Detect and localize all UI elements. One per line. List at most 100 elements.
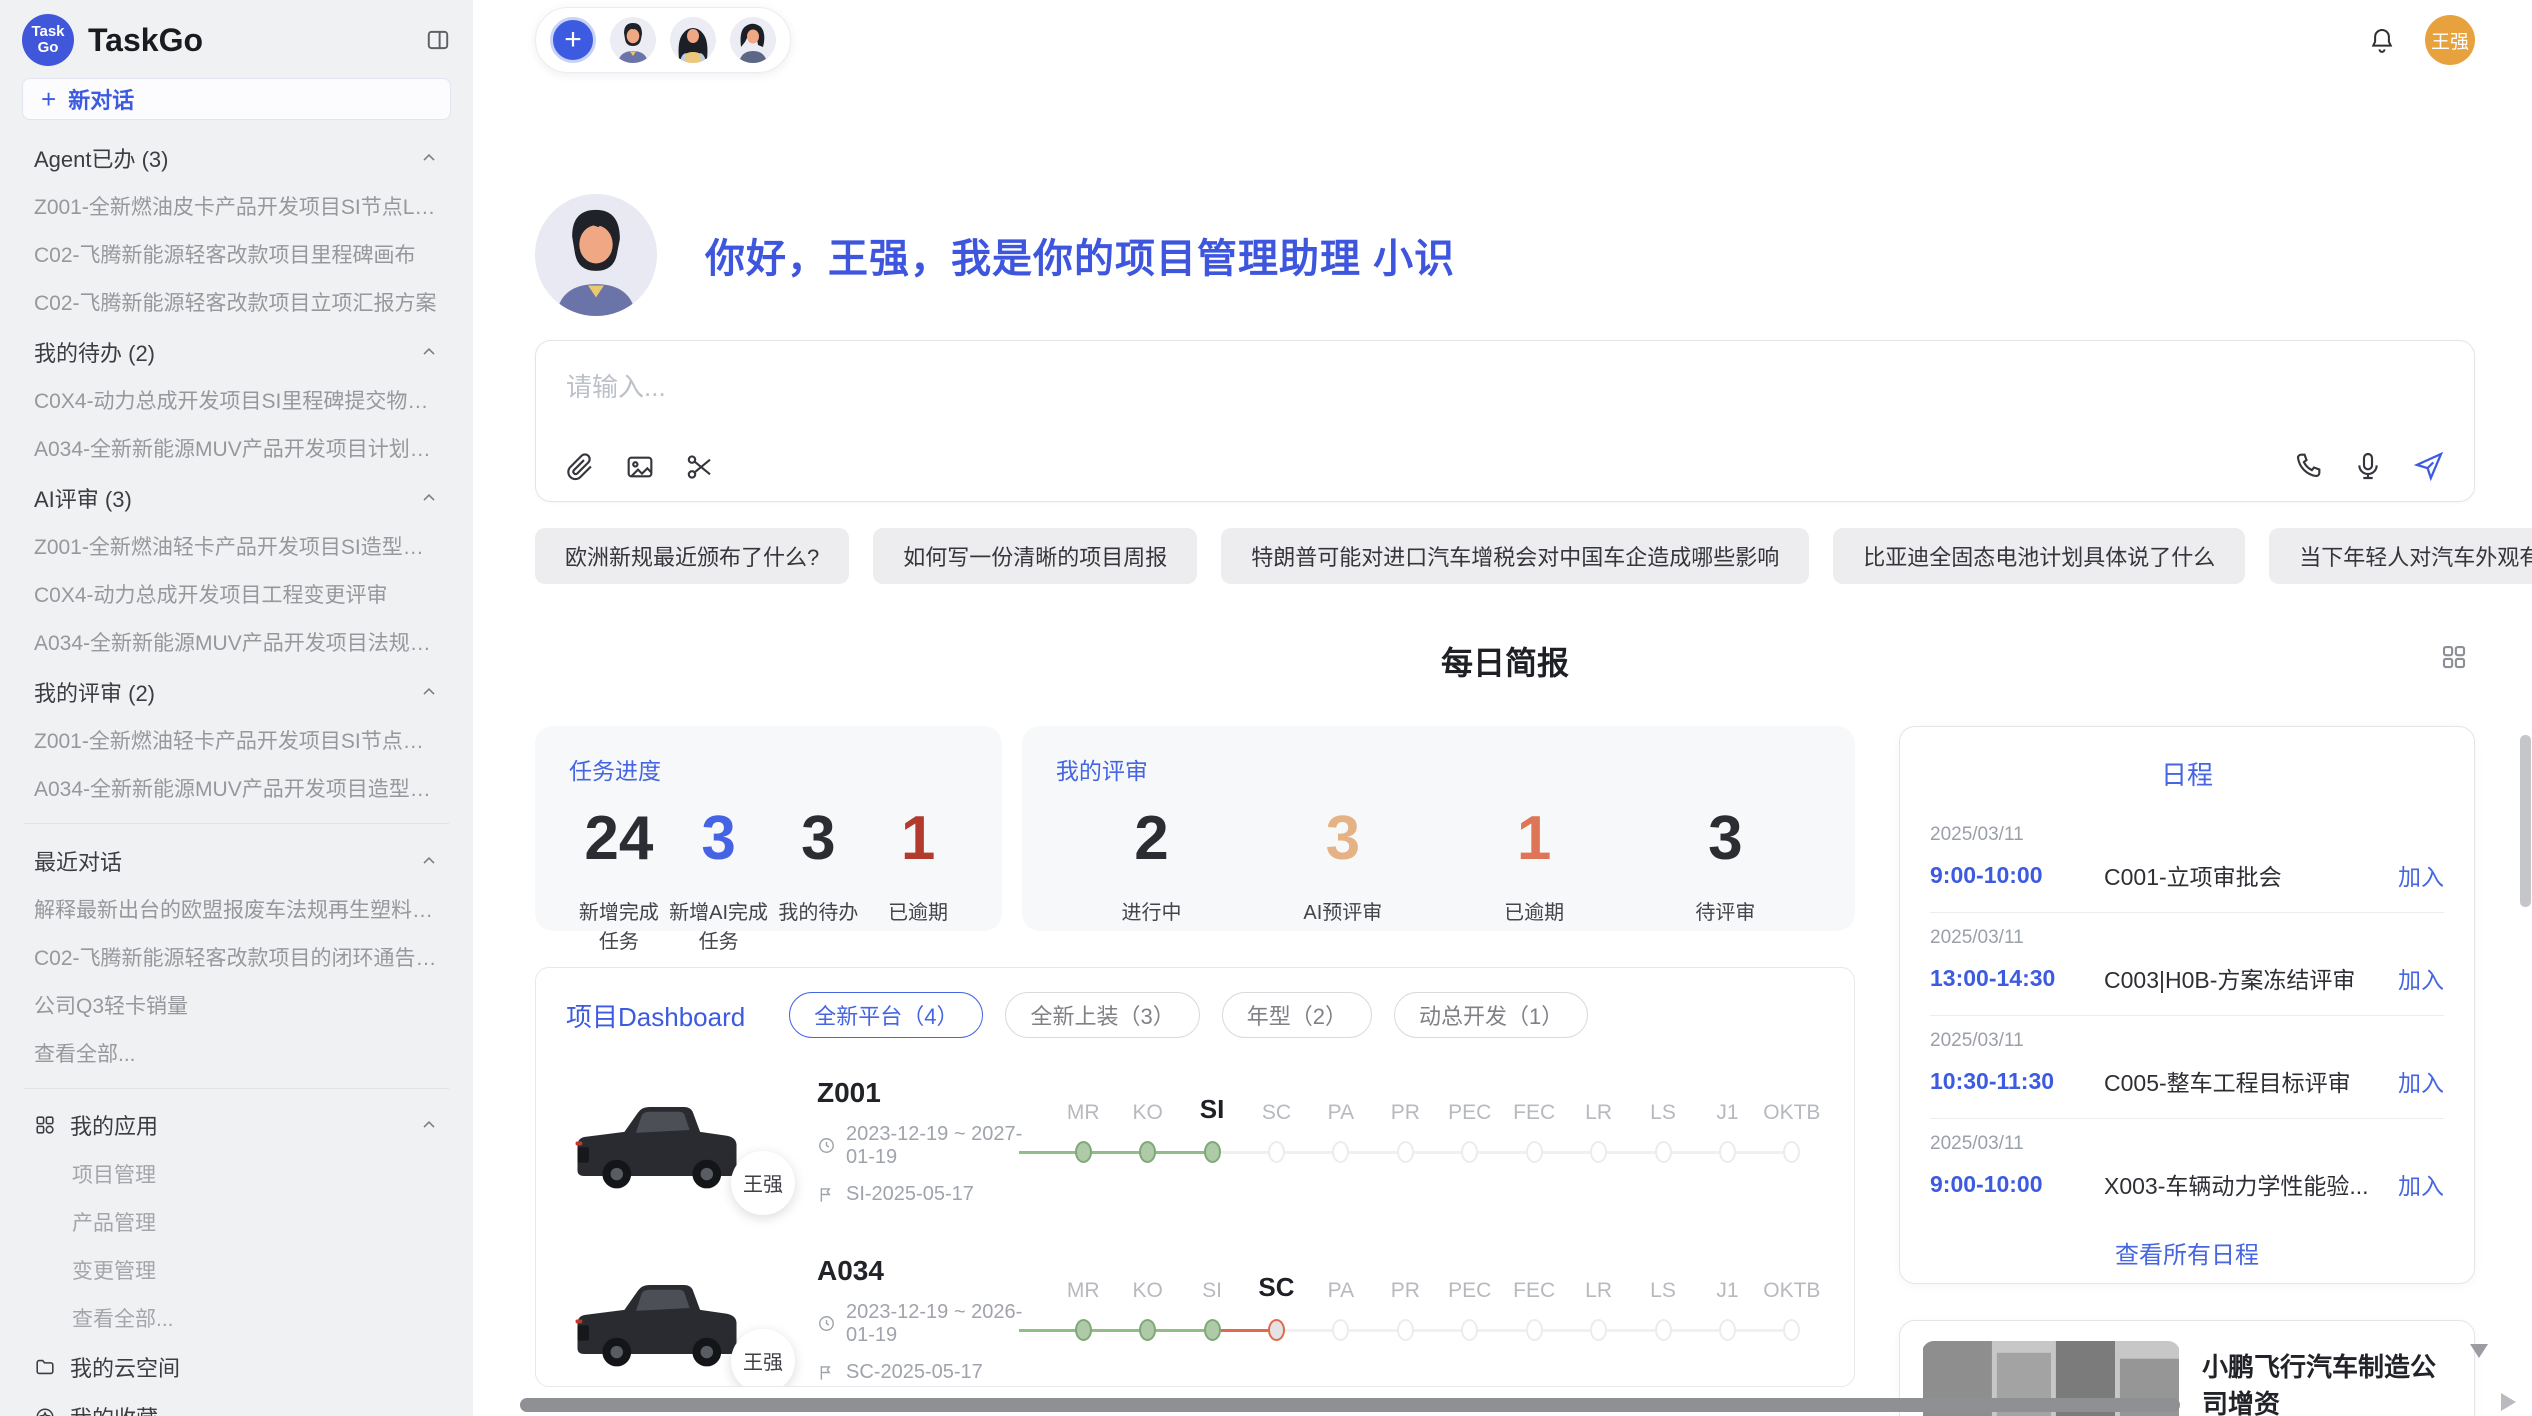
app-sub-item[interactable]: 产品管理 bbox=[0, 1198, 473, 1246]
voice-call-button[interactable] bbox=[2292, 450, 2324, 482]
scroll-down-arrow[interactable] bbox=[2470, 1344, 2488, 1358]
recent-conversation-item[interactable]: C02-飞腾新能源轻客改款项目的闭环通告反馈情况 bbox=[0, 933, 473, 981]
dashboard-tab[interactable]: 全新上装（3） bbox=[1005, 992, 1199, 1038]
sidebar-section-items: Z001-全新燃油皮卡产品开发项目SI节点Lesson Learn报告C02-飞… bbox=[0, 182, 473, 326]
milestone: SC bbox=[1244, 1089, 1308, 1199]
milestone-label: MR bbox=[1051, 1267, 1115, 1303]
project-date-range: 2023-12-19 ~ 2026-01-19 bbox=[846, 1301, 1051, 1347]
sidebar-section-header[interactable]: 我的待办 (2) bbox=[0, 326, 473, 376]
chat-input[interactable] bbox=[536, 341, 2474, 411]
recent-section-header[interactable]: 最近对话 bbox=[0, 835, 473, 885]
milestone-connector bbox=[1534, 1329, 1598, 1332]
suggestion-chip[interactable]: 欧洲新规最近颁布了什么? bbox=[535, 528, 849, 584]
microphone-button[interactable] bbox=[2352, 450, 2384, 482]
paperclip-icon bbox=[564, 451, 596, 483]
insert-image-button[interactable] bbox=[624, 451, 656, 483]
recent-conversation-item[interactable]: 公司Q3轻卡销量 bbox=[0, 981, 473, 1029]
sidebar-task-item[interactable]: A034-全新新能源MUV产品开发项目计划变更表编写 bbox=[0, 424, 473, 472]
sidebar-task-item[interactable]: C02-飞腾新能源轻客改款项目立项汇报方案 bbox=[0, 278, 473, 326]
schedule-event-title: C003|H0B-方案冻结评审 bbox=[2090, 961, 2382, 995]
app-title: TaskGo bbox=[88, 22, 425, 59]
app-sub-item[interactable]: 变更管理 bbox=[0, 1246, 473, 1294]
flag-icon bbox=[817, 1185, 836, 1204]
app-sub-item[interactable]: 项目管理 bbox=[0, 1150, 473, 1198]
suggestion-chip[interactable]: 特朗普可能对进口汽车增税会对中国车企造成哪些影响 bbox=[1221, 528, 1809, 584]
my-apps-header[interactable]: 我的应用 bbox=[0, 1100, 473, 1150]
schedule-time: 9:00-10:00 bbox=[1930, 1171, 2090, 1198]
schedule-event-title: C005-整车工程目标评审 bbox=[2090, 1064, 2382, 1098]
dashboard-tab[interactable]: 动总开发（1） bbox=[1394, 992, 1588, 1038]
user-avatar[interactable]: 王强 bbox=[2425, 15, 2475, 65]
attach-file-button[interactable] bbox=[564, 451, 596, 483]
notifications-button[interactable] bbox=[2367, 25, 2397, 55]
project-row[interactable]: 王强 A034 2023-12-19 ~ 2026-01-19 bbox=[566, 1244, 1824, 1387]
dashboard-tab[interactable]: 全新平台（4） bbox=[789, 992, 983, 1038]
new-chat-button[interactable]: + 新对话 bbox=[22, 78, 451, 120]
project-owner-badge: 王强 bbox=[731, 1151, 795, 1215]
recent-view-all-link[interactable]: 查看全部... bbox=[0, 1029, 473, 1077]
project-row[interactable]: 王强 Z001 2023-12-19 ~ 2027-01-19 bbox=[566, 1066, 1824, 1216]
sidebar-task-item[interactable]: C02-飞腾新能源轻客改款项目里程碑画布 bbox=[0, 230, 473, 278]
horizontal-scrollbar-thumb[interactable] bbox=[520, 1398, 2180, 1412]
milestone: MR bbox=[1051, 1267, 1115, 1377]
member-avatar[interactable] bbox=[730, 17, 776, 63]
composer-left-tools bbox=[564, 451, 716, 483]
metric-value: 3 bbox=[669, 808, 769, 870]
schedule-item: 2025/03/11 10:30-11:30 C005-整车工程目标评审 加入 bbox=[1930, 1016, 2444, 1119]
view-all-schedule-link[interactable]: 查看所有日程 bbox=[1930, 1235, 2444, 1270]
sidebar-section-header[interactable]: AI评审 (3) bbox=[0, 472, 473, 522]
join-meeting-link[interactable]: 加入 bbox=[2382, 1167, 2444, 1201]
scroll-right-arrow[interactable] bbox=[2501, 1393, 2516, 1411]
sidebar-scroll-area: Agent已办 (3) Z001-全新燃油皮卡产品开发项目SI节点Lesson … bbox=[0, 128, 473, 1416]
metric-label: 新增AI完成任务 bbox=[669, 896, 769, 954]
sidebar-section-header[interactable]: Agent已办 (3) bbox=[0, 132, 473, 182]
metric-label: 待评审 bbox=[1630, 896, 1821, 925]
metric: 1 已逾期 bbox=[1438, 808, 1629, 925]
my-cloud-space-item[interactable]: 我的云空间 bbox=[0, 1342, 473, 1392]
screenshot-button[interactable] bbox=[684, 451, 716, 483]
clock-icon bbox=[817, 1314, 836, 1333]
recent-conversation-item[interactable]: 解释最新出台的欧盟报废车法规再生塑料比例被调至15%... bbox=[0, 885, 473, 933]
milestone-connector bbox=[1405, 1151, 1469, 1154]
milestone-label: LS bbox=[1631, 1089, 1695, 1125]
sidebar-apps-section: 我的应用 项目管理产品管理变更管理查看全部... 我的云空间 bbox=[0, 1100, 473, 1416]
metric-value: 3 bbox=[768, 808, 868, 870]
join-meeting-link[interactable]: 加入 bbox=[2382, 858, 2444, 892]
sidebar-section: 我的待办 (2) C0X4-动力总成开发项目SI里程碑提交物检查A034-全新新… bbox=[0, 326, 473, 472]
sidebar-task-item[interactable]: Z001-全新燃油轻卡产品开发项目SI造型提交物评审 bbox=[0, 522, 473, 570]
collapse-panel-button[interactable] bbox=[425, 27, 451, 53]
sidebar-section-header[interactable]: 我的评审 (2) bbox=[0, 666, 473, 716]
milestone-label: LR bbox=[1566, 1089, 1630, 1125]
join-meeting-link[interactable]: 加入 bbox=[2382, 961, 2444, 995]
sidebar-task-item[interactable]: C0X4-动力总成开发项目工程变更评审 bbox=[0, 570, 473, 618]
join-meeting-link[interactable]: 加入 bbox=[2382, 1064, 2444, 1098]
send-button[interactable] bbox=[2412, 449, 2446, 483]
quick-avatar-group: + bbox=[535, 7, 791, 73]
layout-grid-icon[interactable] bbox=[2439, 642, 2469, 672]
dashboard-tab[interactable]: 年型（2） bbox=[1222, 992, 1372, 1038]
milestone: PR bbox=[1373, 1267, 1437, 1377]
milestone-node bbox=[1526, 1141, 1543, 1163]
news-content: 小鹏飞行汽车制造公司增资 天眼查 App 显示，近日广州汇天飞行汽 bbox=[2202, 1341, 2452, 1416]
dashboard-header: 项目Dashboard 全新平台（4）全新上装（3）年型（2）动总开发（1） bbox=[566, 992, 1824, 1038]
sidebar-task-item[interactable]: A034-全新新能源MUV产品开发项目造型可行性评审 bbox=[0, 764, 473, 812]
sidebar-task-item[interactable]: Z001-全新燃油皮卡产品开发项目SI节点Lesson Learn报告 bbox=[0, 182, 473, 230]
suggestion-chip[interactable]: 如何写一份清晰的项目周报 bbox=[873, 528, 1197, 584]
milestone-node bbox=[1526, 1319, 1543, 1341]
suggestion-chip[interactable]: 比亚迪全固态电池计划具体说了什么 bbox=[1833, 528, 2245, 584]
milestone: PA bbox=[1309, 1089, 1373, 1199]
member-avatar[interactable] bbox=[610, 17, 656, 63]
my-favorites-item[interactable]: 我的收藏 bbox=[0, 1392, 473, 1416]
sidebar-task-item[interactable]: A034-全新新能源MUV产品开发项目法规符合性评审 bbox=[0, 618, 473, 666]
stat-card-title: 我的评审 bbox=[1056, 752, 1821, 786]
add-member-button[interactable]: + bbox=[550, 17, 596, 63]
sidebar-task-item[interactable]: Z001-全新燃油轻卡产品开发项目SI节点属性5D文件评审 bbox=[0, 716, 473, 764]
milestone: PR bbox=[1373, 1089, 1437, 1199]
suggestion-chip[interactable]: 当下年轻人对汽车外观有怎样的喜好趋势 bbox=[2269, 528, 2532, 584]
metric: 3 AI预评审 bbox=[1247, 808, 1438, 925]
app-sub-item[interactable]: 查看全部... bbox=[0, 1294, 473, 1342]
vertical-scrollbar-thumb[interactable] bbox=[2520, 735, 2531, 907]
member-avatar[interactable] bbox=[670, 17, 716, 63]
milestone-timeline: MR KO SI bbox=[1051, 1261, 1824, 1377]
sidebar-task-item[interactable]: C0X4-动力总成开发项目SI里程碑提交物检查 bbox=[0, 376, 473, 424]
